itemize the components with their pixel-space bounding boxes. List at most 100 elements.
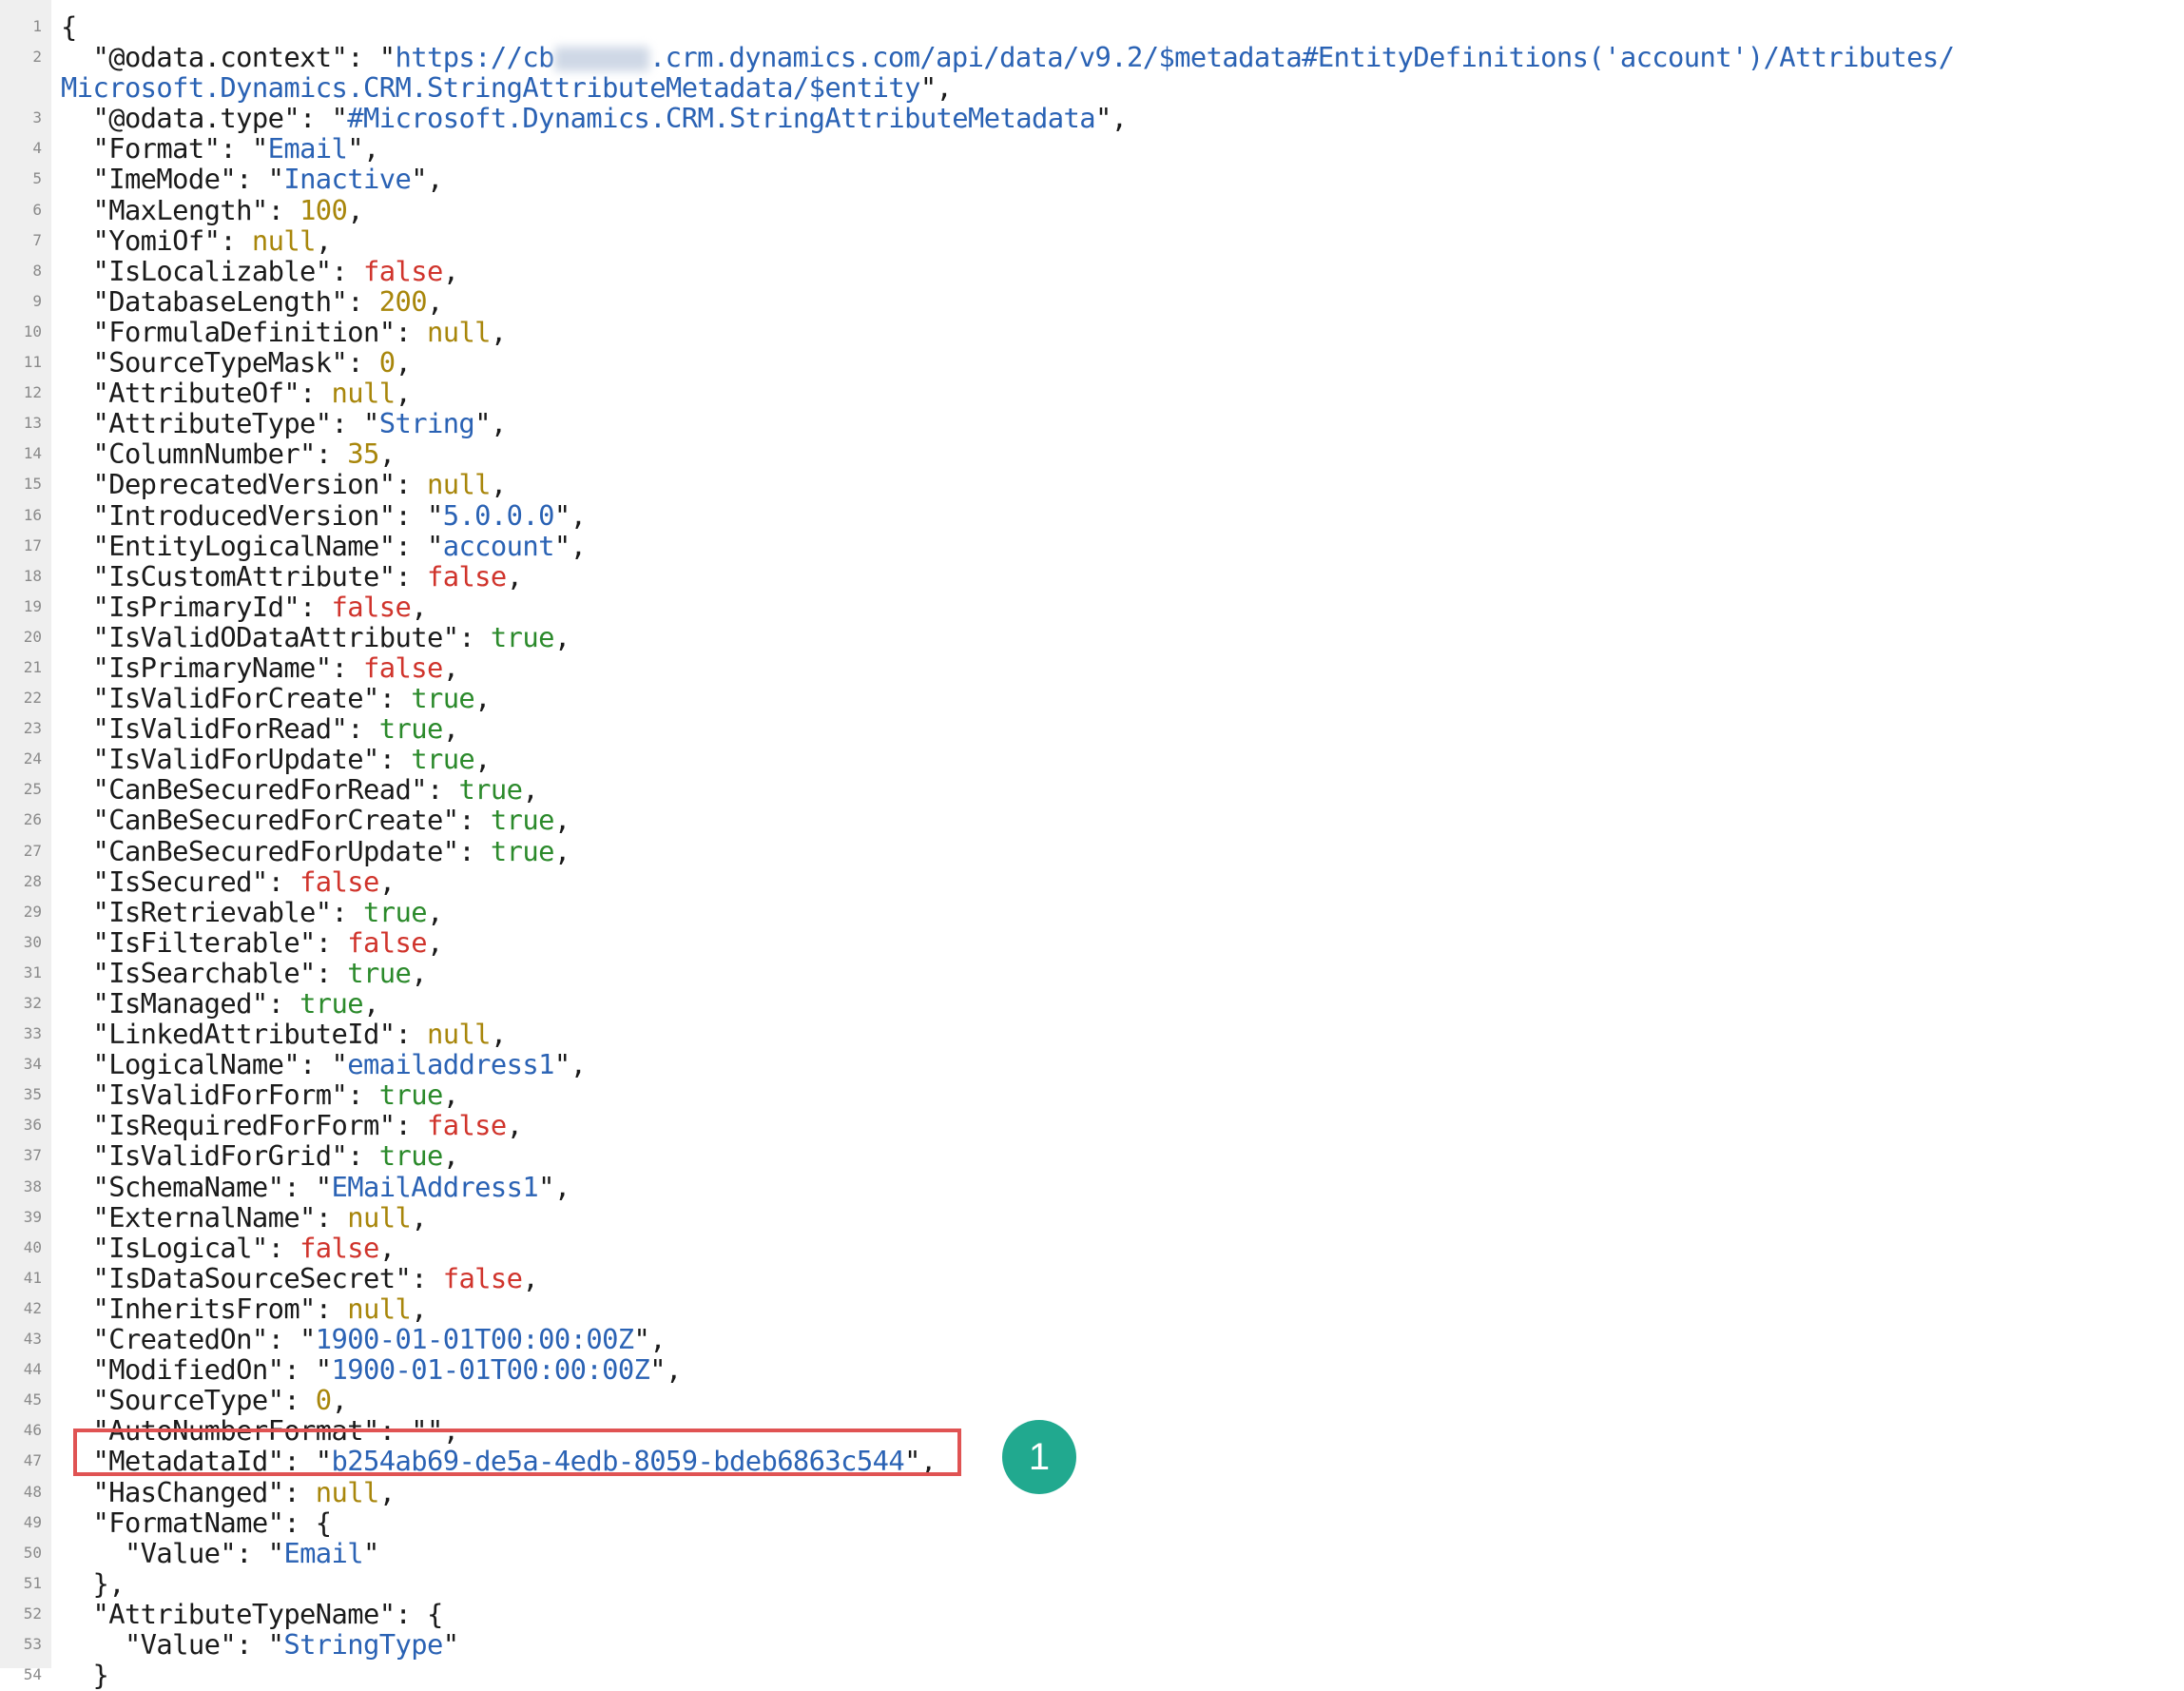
code-token: #Microsoft.Dynamics.CRM.StringAttributeM… — [347, 102, 1095, 135]
line-number: 9 — [32, 291, 42, 310]
code-line: 49 "FormatName": { — [0, 1507, 2184, 1538]
code-token: "ImeMode": " — [61, 163, 284, 196]
code-line: 35 "IsValidForForm": true, — [0, 1079, 2184, 1110]
code-line: 11 "SourceTypeMask": 0, — [0, 347, 2184, 378]
code-token: "LinkedAttributeId": — [61, 1018, 427, 1051]
code-token: "IsValidForUpdate": — [61, 743, 412, 776]
code-token: "SourceTypeMask": — [61, 346, 379, 379]
line-number: 20 — [23, 627, 42, 646]
code-token: "CanBeSecuredForCreate": — [61, 804, 491, 837]
code-line: 50 "Value": "Email" — [0, 1538, 2184, 1568]
code-token: , — [411, 590, 427, 623]
code-token: false — [300, 1231, 379, 1264]
code-token: "Format": " — [61, 132, 268, 165]
code-token: null — [331, 377, 396, 410]
code-lines: 1{2 "@odata.context": "https://cb .crm.dy… — [0, 11, 2184, 1690]
code-text: Microsoft.Dynamics.CRM.StringAttributeMe… — [61, 72, 953, 103]
code-token: ", — [474, 407, 507, 440]
code-token: "IsSecured": — [61, 865, 300, 898]
line-number: 45 — [23, 1390, 42, 1409]
code-token: EMailAddress1 — [331, 1170, 539, 1203]
code-text: "MetadataId": "b254ab69-de5a-4edb-8059-b… — [61, 1446, 937, 1476]
code-line: 8 "IsLocalizable": false, — [0, 256, 2184, 286]
code-line: 1{ — [0, 11, 2184, 42]
code-token: false — [363, 651, 443, 684]
code-token: false — [363, 254, 443, 287]
code-token: , — [378, 865, 396, 898]
code-token: true — [378, 1139, 444, 1173]
code-token: "@odata.type": " — [61, 102, 348, 135]
line-number: 16 — [23, 505, 42, 524]
line-number: 46 — [23, 1421, 42, 1440]
code-token: "AttributeType": " — [61, 407, 379, 440]
code-token: true — [300, 987, 364, 1020]
code-text: "IsManaged": true, — [61, 988, 379, 1019]
code-text: "IsSearchable": true, — [61, 958, 427, 988]
code-text: "IsLocalizable": false, — [61, 254, 459, 287]
line-number: 13 — [23, 414, 42, 433]
code-text: "CreatedOn": "1900-01-01T00:00:00Z", — [61, 1324, 666, 1354]
line-number: 18 — [23, 566, 42, 585]
code-token: null — [426, 315, 492, 348]
code-text: "FormatName": { — [61, 1507, 332, 1538]
line-number: 24 — [23, 749, 42, 768]
code-token: "YomiOf": — [61, 224, 252, 257]
code-line: 47 "MetadataId": "b254ab69-de5a-4edb-805… — [0, 1446, 2184, 1476]
code-token: "ExternalName": — [61, 1200, 348, 1234]
code-text: "IsRequiredForForm": false, — [61, 1110, 523, 1140]
code-token: 1900-01-01T00:00:00Z — [315, 1323, 634, 1356]
code-token: "CanBeSecuredForUpdate": — [61, 834, 491, 867]
code-text: "LinkedAttributeId": null, — [61, 1019, 507, 1049]
code-line: 26 "CanBeSecuredForCreate": true, — [0, 805, 2184, 835]
code-token: "IsValidForGrid": — [61, 1139, 379, 1173]
code-line: 24 "IsValidForUpdate": true, — [0, 744, 2184, 774]
code-token: "ColumnNumber": — [61, 437, 348, 471]
line-number: 33 — [23, 1024, 42, 1043]
code-token: true — [490, 620, 555, 653]
code-token: " — [442, 1627, 459, 1661]
code-token: 1900-01-01T00:00:00Z — [331, 1353, 650, 1387]
code-line: 12 "AttributeOf": null, — [0, 378, 2184, 408]
line-number: 42 — [23, 1298, 42, 1317]
code-text: "CanBeSecuredForUpdate": true, — [61, 834, 570, 867]
code-token: , — [506, 559, 523, 593]
code-token: null — [426, 468, 492, 501]
line-number: 32 — [23, 994, 42, 1012]
code-token: emailaddress1 — [347, 1048, 554, 1081]
code-text: "SourceTypeMask": 0, — [61, 347, 411, 378]
code-token: , — [315, 224, 332, 257]
code-viewer: 1{2 "@odata.context": "https://cb .crm.dy… — [0, 0, 2184, 1690]
code-line: 25 "CanBeSecuredForRead": true, — [0, 774, 2184, 805]
line-number: 27 — [23, 841, 42, 860]
code-token: , — [442, 651, 459, 684]
code-text: "EntityLogicalName": "account", — [61, 531, 586, 561]
line-number: 47 — [23, 1451, 42, 1470]
code-text: "AttributeTypeName": { — [61, 1599, 443, 1629]
code-line: 28 "IsSecured": false, — [0, 866, 2184, 897]
code-line: Microsoft.Dynamics.CRM.StringAttributeMe… — [0, 72, 2184, 103]
code-text: "@odata.type": "#Microsoft.Dynamics.CRM.… — [61, 102, 1128, 135]
code-text: "ModifiedOn": "1900-01-01T00:00:00Z", — [61, 1354, 682, 1385]
code-token: 35 — [347, 437, 379, 471]
code-line: 39 "ExternalName": null, — [0, 1202, 2184, 1233]
line-number: 54 — [23, 1665, 42, 1684]
code-text: "@odata.context": "https://cb .crm.dynami… — [61, 42, 1954, 72]
code-token: , — [395, 346, 412, 379]
code-token: { — [61, 10, 77, 43]
code-token: "DeprecatedVersion": — [61, 468, 427, 501]
line-number: 21 — [23, 657, 42, 676]
line-number: 44 — [23, 1360, 42, 1379]
code-line: 14 "ColumnNumber": 35, — [0, 438, 2184, 469]
code-line: 3 "@odata.type": "#Microsoft.Dynamics.CR… — [0, 103, 2184, 133]
line-number: 10 — [23, 321, 42, 340]
code-token: "EntityLogicalName": " — [61, 529, 443, 562]
code-text: "ImeMode": "Inactive", — [61, 164, 443, 194]
code-token: 0 — [378, 346, 396, 379]
code-text: "InheritsFrom": null, — [61, 1293, 427, 1324]
code-token: , — [490, 1018, 507, 1051]
code-line: 36 "IsRequiredForForm": false, — [0, 1110, 2184, 1140]
code-token: true — [411, 682, 475, 715]
code-line: 41 "IsDataSourceSecret": false, — [0, 1263, 2184, 1293]
code-line: 2 "@odata.context": "https://cb .crm.dyna… — [0, 42, 2184, 72]
code-token: Email — [283, 1536, 364, 1569]
